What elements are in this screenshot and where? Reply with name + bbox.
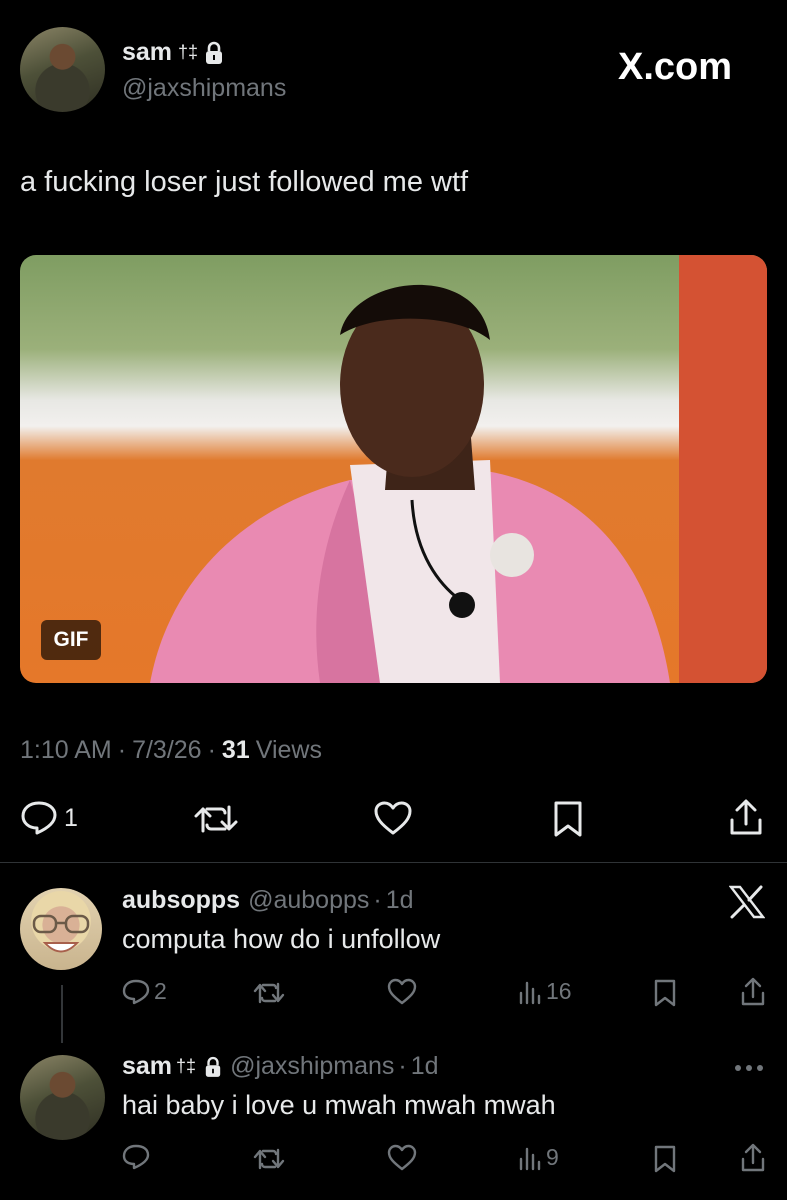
more-options-icon[interactable] (734, 1064, 764, 1072)
reply-views-button[interactable]: 9 (518, 1144, 559, 1171)
meta-separator: · (117, 736, 127, 764)
name-decoration: †‡ (176, 1056, 197, 1076)
thread-connector-line (61, 985, 63, 1043)
views-chart-icon (518, 979, 542, 1005)
reply-like-button[interactable] (387, 1144, 417, 1172)
reply-icon (20, 800, 58, 836)
reply-views-count: 16 (546, 978, 572, 1004)
gif-frame-illustration (150, 284, 670, 683)
reply-age[interactable]: 1d (386, 886, 414, 915)
reply-handle[interactable]: @jaxshipmans (230, 1052, 394, 1081)
reply-avatar-illustration (32, 914, 90, 953)
author-name-row[interactable]: sam †‡ (122, 38, 224, 67)
reply-share-button[interactable] (740, 1143, 766, 1173)
share-button[interactable] (728, 798, 764, 838)
tweet-text: a fucking loser just followed me wtf (20, 166, 469, 198)
tweet-meta-row: 1:10 AM · 7/3/26 · 31 Views (20, 736, 322, 765)
reply-icon (122, 979, 150, 1005)
reply-retweet-button[interactable] (252, 980, 286, 1006)
author-handle[interactable]: @jaxshipmans (122, 74, 286, 103)
name-decoration: †‡ (178, 42, 199, 62)
reply-avatar[interactable] (20, 1055, 105, 1140)
author-avatar[interactable] (20, 27, 105, 112)
views-label: Views (255, 736, 322, 764)
tweet-time[interactable]: 1:10 AM (20, 736, 112, 765)
reply-display-name[interactable]: aubsopps (122, 886, 240, 915)
reply-bookmark-button[interactable] (653, 1145, 677, 1173)
meta-separator: · (207, 736, 216, 764)
reply-share-button[interactable] (740, 977, 766, 1007)
reply-text: hai baby i love u mwah mwah mwah (122, 1090, 556, 1120)
meta-separator: · (373, 886, 382, 914)
reply-avatar[interactable] (20, 888, 102, 970)
tweet-media-gif[interactable] (20, 255, 767, 683)
reply-header: sam †‡ @jaxshipmans · 1d (122, 1052, 439, 1081)
reply-count: 1 (64, 803, 78, 832)
views-count: 31 (221, 736, 250, 764)
meta-separator: · (398, 1052, 407, 1080)
reply-reply-button[interactable] (122, 1144, 150, 1170)
reply-handle[interactable]: @aubopps (248, 886, 369, 915)
lock-icon (204, 1056, 222, 1078)
reply-text: computa how do i unfollow (122, 924, 441, 954)
reply-reply-button[interactable]: 2 (122, 978, 167, 1005)
section-divider (0, 862, 787, 863)
reply-bookmark-button[interactable] (653, 979, 677, 1007)
x-logo-icon (729, 885, 765, 919)
reply-reply-count: 2 (154, 978, 167, 1004)
retweet-button[interactable] (193, 801, 239, 837)
author-display-name: sam (122, 38, 173, 66)
reply-display-name[interactable]: sam (122, 1052, 172, 1081)
reply-views-button[interactable]: 16 (518, 978, 572, 1005)
reply-like-button[interactable] (387, 978, 417, 1006)
reply-button[interactable]: 1 (20, 800, 78, 836)
like-button[interactable] (373, 800, 413, 836)
reply-age[interactable]: 1d (411, 1052, 439, 1081)
reply-retweet-button[interactable] (252, 1146, 286, 1172)
reply-header: aubsopps @aubopps · 1d (122, 886, 414, 915)
gif-badge: GIF (41, 620, 101, 660)
x-com-watermark: X.com (618, 46, 733, 88)
lock-icon (204, 41, 224, 65)
views-chart-icon (518, 1145, 542, 1171)
reply-views-count: 9 (546, 1144, 559, 1170)
bookmark-button[interactable] (552, 800, 584, 838)
tweet-date[interactable]: 7/3/26 (132, 736, 202, 765)
